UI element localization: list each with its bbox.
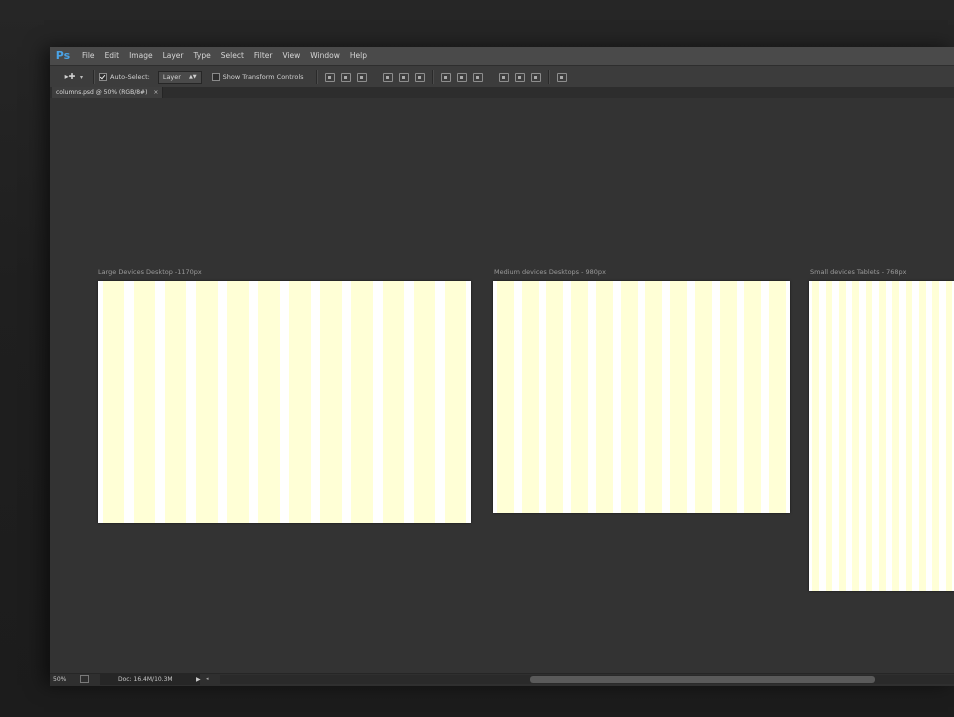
horizontal-scrollbar-thumb[interactable] xyxy=(530,676,875,683)
grid-column xyxy=(838,281,846,591)
status-menu-arrow-icon[interactable]: ▶ xyxy=(196,674,201,685)
grid-column xyxy=(945,281,953,591)
horizontal-scrollbar[interactable] xyxy=(220,675,954,684)
auto-select-label: Auto-Select: xyxy=(110,73,150,81)
align-left-edges-icon[interactable] xyxy=(382,72,393,82)
grid-column xyxy=(258,281,280,523)
menu-view[interactable]: View xyxy=(277,47,305,65)
grid-column xyxy=(812,281,820,591)
grid-column xyxy=(102,281,125,523)
menu-filter[interactable]: Filter xyxy=(249,47,278,65)
grid-column xyxy=(521,281,539,513)
grid-column xyxy=(852,281,860,591)
grid-column xyxy=(196,281,218,523)
menu-select[interactable]: Select xyxy=(216,47,249,65)
status-bar: 50% Doc: 16.4M/10.3M ▶ ◂ xyxy=(50,673,954,686)
grid-column xyxy=(719,281,737,513)
grid-column xyxy=(546,281,564,513)
artboard-label-small: Small devices Tablets - 768px xyxy=(810,268,907,276)
grid-column xyxy=(571,281,589,513)
artboard-medium-desktop[interactable] xyxy=(493,281,790,513)
menu-edit[interactable]: Edit xyxy=(100,47,125,65)
grid-column xyxy=(351,281,373,523)
show-transform-label: Show Transform Controls xyxy=(222,73,304,81)
grid-column xyxy=(825,281,833,591)
distribute-right-edges-icon[interactable] xyxy=(530,72,541,82)
menu-file[interactable]: File xyxy=(77,47,100,65)
grid-column xyxy=(918,281,926,591)
auto-select-checkbox[interactable] xyxy=(99,73,108,81)
grid-column xyxy=(320,281,342,523)
document-tab-title: columns.psd @ 50% (RGB/8#) xyxy=(56,89,148,96)
tool-preset-caret-icon[interactable]: ▾ xyxy=(80,74,83,81)
document-tab[interactable]: columns.psd @ 50% (RGB/8#) × xyxy=(52,87,164,98)
grid-column xyxy=(595,281,613,513)
options-bar: ▸✚ ▾ Auto-Select: Layer ▲▼ Show Transfor… xyxy=(50,65,954,89)
grid-column xyxy=(413,281,436,523)
align-vertical-centers-icon[interactable] xyxy=(340,72,351,82)
grid-column xyxy=(892,281,900,591)
align-top-edges-icon[interactable] xyxy=(324,72,335,82)
auto-select-target-value: Layer xyxy=(162,72,181,81)
photoshop-window: Ps File Edit Image Layer Type Select Fil… xyxy=(50,47,954,686)
align-horizontal-centers-icon[interactable] xyxy=(398,72,409,82)
distribute-left-edges-icon[interactable] xyxy=(498,72,509,82)
artboard-large-desktop[interactable] xyxy=(98,281,471,523)
menu-type[interactable]: Type xyxy=(189,47,216,65)
grid-column xyxy=(496,281,514,513)
grid-column xyxy=(645,281,663,513)
photoshop-logo-icon: Ps xyxy=(55,49,71,62)
align-right-edges-icon[interactable] xyxy=(414,72,425,82)
scroll-left-icon[interactable]: ◂ xyxy=(206,674,209,685)
grid-column xyxy=(670,281,688,513)
grid-column xyxy=(620,281,638,513)
options-divider xyxy=(431,70,434,84)
auto-align-layers-icon[interactable] xyxy=(556,72,567,82)
grid-column xyxy=(289,281,311,523)
grid-column xyxy=(133,281,156,523)
menu-bar: Ps File Edit Image Layer Type Select Fil… xyxy=(50,47,954,65)
menu-window[interactable]: Window xyxy=(305,47,345,65)
grid-column xyxy=(164,281,187,523)
close-icon[interactable]: × xyxy=(153,89,158,96)
options-divider xyxy=(547,70,550,84)
distribute-horizontal-centers-icon[interactable] xyxy=(514,72,525,82)
distribute-bottom-edges-icon[interactable] xyxy=(472,72,483,82)
menu-help[interactable]: Help xyxy=(345,47,372,65)
document-info: Doc: 16.4M/10.3M xyxy=(100,674,200,685)
dropdown-arrows-icon: ▲▼ xyxy=(188,73,197,80)
show-transform-checkbox[interactable] xyxy=(211,73,220,81)
move-tool-icon[interactable]: ▸✚ xyxy=(62,71,78,83)
options-divider xyxy=(93,70,96,84)
artboard-label-large: Large Devices Desktop -1170px xyxy=(98,268,202,276)
artboard-small-tablet[interactable] xyxy=(809,281,954,591)
grid-column xyxy=(865,281,873,591)
grid-column xyxy=(444,281,467,523)
grid-column xyxy=(744,281,762,513)
distribute-top-edges-icon[interactable] xyxy=(440,72,451,82)
align-bottom-edges-icon[interactable] xyxy=(356,72,367,82)
document-tab-bar: columns.psd @ 50% (RGB/8#) × xyxy=(50,87,954,98)
grid-column xyxy=(227,281,249,523)
auto-select-target-dropdown[interactable]: Layer ▲▼ xyxy=(157,70,202,84)
menu-image[interactable]: Image xyxy=(124,47,158,65)
export-icon[interactable] xyxy=(80,675,89,683)
grid-column xyxy=(905,281,913,591)
grid-column xyxy=(769,281,787,513)
menu-layer[interactable]: Layer xyxy=(158,47,189,65)
artboard-label-medium: Medium devices Desktops - 980px xyxy=(494,268,606,276)
document-canvas[interactable]: Large Devices Desktop -1170px Medium dev… xyxy=(50,98,954,673)
grid-column xyxy=(694,281,712,513)
grid-column xyxy=(382,281,405,523)
grid-column xyxy=(932,281,940,591)
grid-column xyxy=(878,281,886,591)
options-divider xyxy=(315,70,318,84)
zoom-level-field[interactable]: 50% xyxy=(53,675,66,685)
distribute-vertical-centers-icon[interactable] xyxy=(456,72,467,82)
